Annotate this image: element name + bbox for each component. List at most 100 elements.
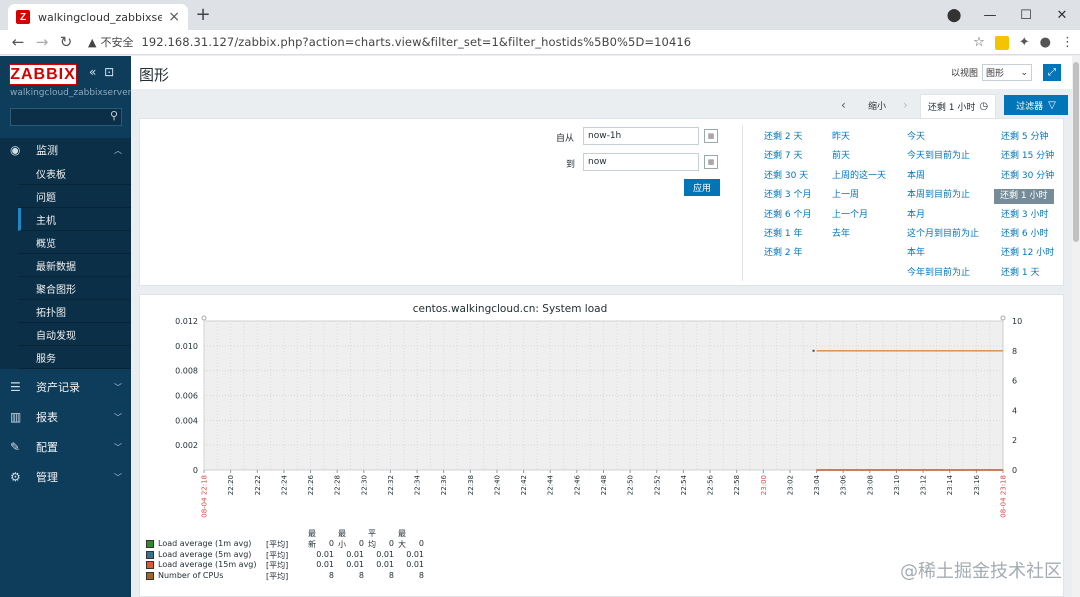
quick-range-link[interactable]: 前天 (830, 148, 886, 167)
x-tick-label: 08-04 22:18 (201, 475, 209, 518)
warning-icon: ▲ (88, 35, 97, 49)
x-tick-label: 08-04 23:18 (1000, 475, 1008, 518)
quick-range-link[interactable]: 还剩 1 年 (762, 226, 811, 245)
profile-dropdown-icon[interactable]: ⬤ (936, 8, 972, 23)
quick-range-link[interactable]: 去年 (830, 226, 886, 245)
menu-item-dashboard[interactable]: 仪表板 (18, 162, 131, 185)
close-tab-icon[interactable]: × (168, 9, 180, 25)
x-tick-label: 22:52 (653, 475, 661, 495)
scrollbar-thumb[interactable] (1073, 62, 1079, 242)
y-left-tick-label: 0 (193, 466, 198, 475)
legend-value: 0.01 (316, 549, 334, 559)
quick-range-link[interactable]: 还剩 3 小时 (999, 207, 1054, 226)
extensions-puzzle-icon[interactable]: ✦ (1019, 35, 1030, 50)
profile-icon[interactable]: ● (1040, 35, 1051, 50)
chevron-down-icon: ﹀ (114, 382, 122, 392)
previous-period-icon[interactable]: ‹ (841, 98, 846, 112)
quick-range-link[interactable]: 还剩 6 小时 (999, 226, 1054, 245)
reload-icon[interactable]: ↻ (54, 33, 78, 51)
quick-range-link[interactable]: 本年 (905, 245, 979, 264)
calendar-icon[interactable]: ▦ (704, 155, 718, 169)
calendar-icon[interactable]: ▦ (704, 129, 718, 143)
menu-inventory[interactable]: ☰ 资产记录 ﹀ (0, 375, 131, 399)
browser-menu-icon[interactable]: ⋮ (1061, 35, 1074, 50)
quick-range-link[interactable]: 还剩 2 天 (762, 129, 811, 148)
menu-item-overview[interactable]: 概览 (18, 231, 131, 254)
menu-configuration[interactable]: ✎ 配置 ﹀ (0, 435, 131, 459)
quick-range-link[interactable]: 上一周 (830, 187, 886, 206)
menu-item-services[interactable]: 服务 (18, 346, 131, 369)
forward-icon[interactable]: → (30, 33, 54, 51)
quick-range-link[interactable]: 还剩 30 分钟 (999, 168, 1054, 187)
collapse-sidebar-icon[interactable]: « (89, 65, 96, 79)
y-right-tick-label: 8 (1012, 347, 1017, 356)
quick-range-column: 还剩 5 分钟 还剩 15 分钟 还剩 30 分钟 还剩 1 小时 还剩 3 小时 还剩 … (994, 129, 1055, 284)
menu-item-problems[interactable]: 问题 (18, 185, 131, 208)
maximize-icon[interactable]: ☐ (1008, 8, 1044, 23)
quick-range-link[interactable]: 还剩 1 小时 (994, 189, 1055, 205)
quick-range-link[interactable]: 还剩 5 分钟 (999, 129, 1054, 148)
quick-range-link[interactable]: 还剩 30 天 (762, 168, 811, 187)
menu-monitoring[interactable]: ◉ 监测 ︿ (0, 138, 131, 162)
quick-range-link[interactable]: 上周的这一天 (830, 168, 886, 187)
quick-range-link[interactable]: 还剩 12 小时 (999, 245, 1054, 264)
to-input[interactable]: now (583, 153, 699, 171)
search-icon[interactable]: ⚲ (110, 109, 118, 122)
quick-range-link[interactable]: 还剩 2 年 (762, 245, 811, 264)
menu-item-maps[interactable]: 拓扑图 (18, 300, 131, 323)
menu-administration[interactable]: ⚙ 管理 ﹀ (0, 465, 131, 489)
menu-item-discovery[interactable]: 自动发现 (18, 323, 131, 346)
system-load-chart[interactable]: 0 0.002 0.004 0.006 0.008 0.010 0.012 0 2 4 6 8 10 08… (140, 295, 1065, 535)
kiosk-mode-icon[interactable]: ⊡ (104, 65, 114, 79)
quick-range-link[interactable]: 本周到目前为止 (905, 187, 979, 206)
chevron-down-icon: ⌄ (1020, 67, 1028, 78)
x-tick-label: 22:24 (280, 474, 288, 495)
x-tick-label: 23:06 (840, 474, 848, 495)
quick-range-link[interactable]: 还剩 15 分钟 (999, 148, 1054, 167)
zabbix-logo[interactable]: ZABBIX (9, 64, 77, 85)
legend-value: 8 (328, 570, 334, 580)
quick-range-link[interactable]: 这个月到目前为止 (905, 226, 979, 245)
legend-function: [平均] (266, 561, 289, 570)
back-icon[interactable]: ← (6, 33, 30, 51)
fullscreen-button[interactable]: ⤢ (1043, 64, 1061, 81)
quick-range-link[interactable]: 昨天 (830, 129, 886, 148)
x-tick-label: 22:22 (254, 475, 262, 495)
view-as-label: 以视图 (950, 69, 978, 79)
quick-range-link[interactable]: 还剩 3 个月 (762, 187, 811, 206)
zoom-out-button[interactable]: 缩小 (868, 99, 886, 112)
quick-range-link[interactable]: 上一个月 (830, 207, 886, 226)
close-window-icon[interactable]: ✕ (1044, 8, 1080, 23)
next-period-icon[interactable]: › (903, 98, 908, 112)
tab-filter[interactable]: 过滤器 ▽ (1004, 95, 1068, 115)
quick-range-link[interactable]: 本月 (905, 207, 979, 226)
quick-range-link[interactable]: 还剩 6 个月 (762, 207, 811, 226)
y-right-tick-label: 10 (1012, 317, 1022, 326)
menu-item-latest-data[interactable]: 最新数据 (18, 254, 131, 277)
browser-tab[interactable]: Z walkingcloud_zabbixserver: 图 × (8, 4, 188, 30)
monitoring-submenu: 仪表板 问题 主机 概览 最新数据 聚合图形 拓扑图 自动发现 服务 (0, 162, 131, 369)
quick-range-link[interactable]: 今天到目前为止 (905, 148, 979, 167)
apply-button[interactable]: 应用 (684, 179, 720, 196)
menu-reports[interactable]: ▥ 报表 ﹀ (0, 405, 131, 429)
extension-icon[interactable] (994, 35, 1009, 50)
insecure-indicator[interactable]: ▲ 不安全 (88, 34, 133, 50)
tab-time-period[interactable]: 还剩 1 小时 ◷ (920, 94, 996, 118)
sidebar-search-input[interactable]: ⚲ (10, 108, 122, 126)
view-as-select[interactable]: 图形 ⌄ (982, 64, 1032, 81)
menu-item-hosts[interactable]: 主机 (18, 208, 131, 231)
url-text[interactable]: 192.168.31.127/zabbix.php?action=charts.… (141, 35, 691, 49)
new-tab-icon[interactable]: + (193, 4, 213, 25)
page-scrollbar[interactable] (1072, 56, 1080, 597)
quick-range-link[interactable]: 今天 (905, 129, 979, 148)
quick-range-link[interactable]: 还剩 1 天 (999, 265, 1054, 284)
from-input[interactable]: now-1h (583, 127, 699, 145)
quick-range-link[interactable]: 本周 (905, 168, 979, 187)
gear-icon: ⚙ (10, 470, 21, 484)
quick-range-link[interactable]: 今年到目前为止 (905, 265, 979, 284)
quick-range-link[interactable]: 还剩 7 天 (762, 148, 811, 167)
bookmark-star-icon[interactable]: ☆ (973, 35, 985, 50)
minimize-icon[interactable]: — (972, 8, 1008, 23)
browser-tabbar: Z walkingcloud_zabbixserver: 图 × + ⬤ — ☐… (0, 0, 1080, 30)
menu-item-screens[interactable]: 聚合图形 (18, 277, 131, 300)
